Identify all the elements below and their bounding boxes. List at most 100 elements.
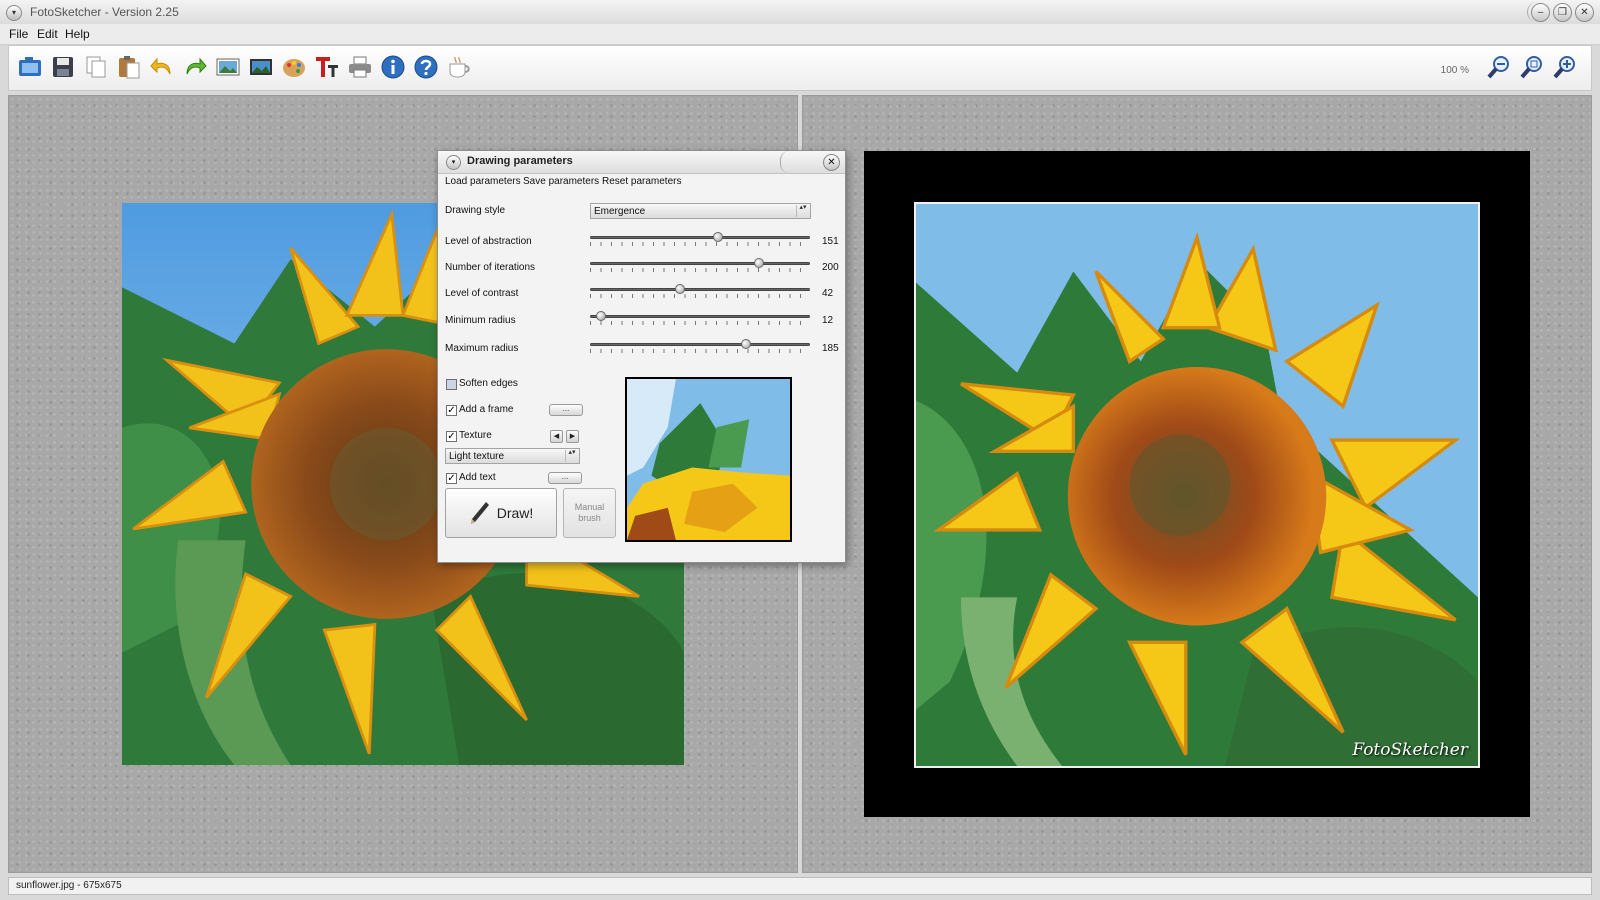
info-button[interactable] — [379, 54, 407, 84]
zoom-level: 100 % — [1440, 65, 1469, 76]
pencil-icon — [470, 502, 489, 524]
slider-track — [590, 236, 810, 239]
texture-select[interactable]: Light texture ▴▾ — [445, 448, 580, 464]
frame-options-button[interactable]: ... — [549, 404, 583, 416]
zoom-in-button[interactable] — [1551, 54, 1579, 84]
slider-ticks — [590, 294, 810, 298]
slider-track — [590, 262, 810, 265]
slider-value-contrast: 42 — [822, 288, 834, 299]
save-icon — [53, 57, 73, 77]
slider-label-abstraction: Level of abstraction — [445, 236, 532, 247]
add-text-checkbox[interactable]: ✓ — [446, 473, 457, 484]
text-button[interactable] — [313, 54, 341, 84]
drawing-style-select[interactable]: Emergence ▴▾ — [590, 203, 811, 219]
add-text-label: Add text — [459, 472, 496, 483]
restore-icon[interactable]: ❐ — [1553, 3, 1572, 22]
dialog-title-bar[interactable]: ▾ Drawing parameters ✕ — [438, 151, 845, 174]
load-parameters-link[interactable]: Load parameters — [445, 176, 521, 187]
save-button[interactable] — [49, 54, 77, 84]
watermark-text: FotoSketcher — [1352, 740, 1468, 760]
original-image-button[interactable] — [214, 54, 242, 84]
redo-icon — [186, 57, 207, 75]
slider-label-min-radius: Minimum radius — [445, 315, 516, 326]
menu-file[interactable]: File — [9, 27, 28, 41]
slider-ticks — [590, 242, 810, 246]
drawing-parameters-dialog: ▾ Drawing parameters ✕ Load parameters S… — [437, 150, 846, 563]
zoom-reset-button[interactable] — [1518, 54, 1546, 84]
slider-label-iterations: Number of iterations — [445, 262, 536, 273]
print-icon — [349, 56, 371, 78]
draw-button[interactable]: Draw! — [445, 488, 557, 538]
print-button[interactable] — [346, 54, 374, 84]
text-icon — [316, 57, 338, 77]
dialog-menu-icon[interactable]: ▾ — [446, 155, 461, 170]
drawing-style-value: Emergence — [594, 206, 646, 217]
result-image-icon — [250, 59, 272, 75]
copy-icon — [86, 56, 106, 78]
slider-contrast[interactable] — [590, 283, 810, 301]
slider-thumb[interactable] — [675, 284, 686, 294]
slider-value-abstraction: 151 — [822, 236, 839, 247]
slider-min-radius[interactable] — [590, 310, 810, 328]
draw-button-label: Draw! — [496, 505, 534, 521]
window-menu-icon[interactable]: ▾ — [6, 5, 22, 21]
dialog-title-cap — [780, 151, 789, 173]
text-options-button[interactable]: ... — [548, 472, 582, 484]
menu-help[interactable]: Help — [65, 27, 90, 41]
slider-label-max-radius: Maximum radius — [445, 343, 519, 354]
undo-button[interactable] — [148, 54, 176, 84]
texture-checkbox[interactable]: ✓ — [446, 431, 457, 442]
slider-abstraction[interactable] — [590, 231, 810, 249]
coffee-icon — [449, 56, 470, 78]
preview-picture — [627, 379, 790, 540]
combo-arrow-icon: ▴▾ — [565, 449, 578, 462]
add-frame-label: Add a frame — [459, 404, 514, 415]
reset-parameters-link[interactable]: Reset parameters — [602, 176, 681, 187]
soften-edges-label: Soften edges — [459, 378, 518, 389]
minimize-icon[interactable]: – — [1531, 3, 1550, 22]
toolbar: 100 % — [8, 45, 1592, 91]
close-icon[interactable]: ✕ — [1575, 3, 1594, 22]
status-bar: sunflower.jpg - 675x675 — [8, 877, 1592, 895]
combo-arrow-icon: ▴▾ — [796, 204, 809, 217]
texture-value: Light texture — [449, 451, 505, 462]
manual-brush-button[interactable]: Manual brush — [563, 488, 616, 538]
help-icon — [414, 55, 438, 79]
slider-thumb[interactable] — [712, 232, 723, 242]
info-icon — [381, 55, 405, 79]
dialog-close-icon[interactable]: ✕ — [823, 154, 840, 171]
menu-bar: File Edit Help — [0, 24, 1600, 45]
menu-edit[interactable]: Edit — [37, 27, 58, 41]
zoom-out-icon — [1487, 56, 1509, 79]
soften-edges-checkbox[interactable] — [446, 379, 457, 390]
result-image-button[interactable] — [247, 54, 275, 84]
dialog-title: Drawing parameters — [467, 155, 573, 167]
slider-thumb[interactable] — [596, 311, 606, 321]
slider-max-radius[interactable] — [590, 338, 810, 356]
slider-thumb[interactable] — [741, 339, 752, 349]
add-frame-checkbox[interactable]: ✓ — [446, 405, 457, 416]
open-button[interactable] — [16, 54, 44, 84]
paste-button[interactable] — [115, 54, 143, 84]
help-button[interactable] — [412, 54, 440, 84]
slider-ticks — [590, 268, 810, 272]
zoom-in-icon — [1553, 56, 1575, 79]
redo-button[interactable] — [181, 54, 209, 84]
window-controls: – ❐ ✕ — [1531, 3, 1594, 22]
slider-ticks — [590, 321, 810, 325]
zoom-out-button[interactable] — [1485, 54, 1513, 84]
open-icon — [19, 57, 41, 76]
copy-button[interactable] — [82, 54, 110, 84]
palette-button[interactable] — [280, 54, 308, 84]
texture-prev-icon[interactable]: ◀ — [550, 430, 563, 443]
preview-thumbnail — [625, 377, 792, 542]
donate-button[interactable] — [445, 54, 473, 84]
texture-next-icon[interactable]: ▶ — [566, 430, 579, 443]
slider-iterations[interactable] — [590, 257, 810, 275]
slider-thumb[interactable] — [754, 258, 765, 268]
window-title: FotoSketcher - Version 2.25 — [30, 5, 179, 19]
save-parameters-link[interactable]: Save parameters — [523, 176, 599, 187]
slider-value-min-radius: 12 — [822, 315, 834, 326]
title-bar: ▾ FotoSketcher - Version 2.25 – ❐ ✕ — [0, 0, 1600, 25]
slider-value-max-radius: 185 — [822, 343, 839, 354]
